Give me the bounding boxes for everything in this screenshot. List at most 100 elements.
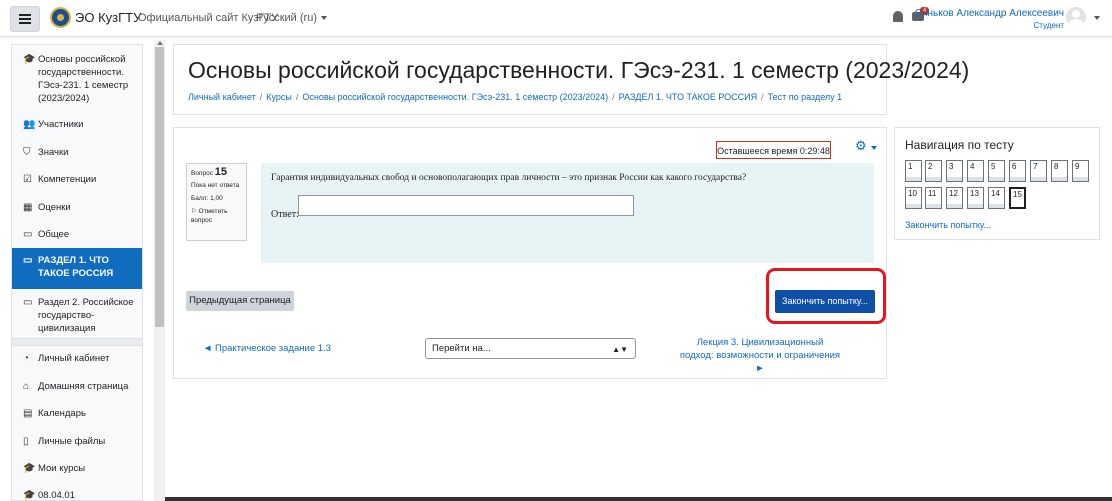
chevron-down-icon[interactable] xyxy=(871,146,877,150)
scroll-up-arrow-icon[interactable] xyxy=(157,41,163,45)
sidebar-item-label: Оценки xyxy=(38,202,71,213)
select-arrows-icon: ▲▼ xyxy=(612,345,628,354)
menu-toggle-button[interactable] xyxy=(10,6,40,32)
sidebar-item-course-08-04-01[interactable]: 🎓 08.04.01 xyxy=(12,489,142,501)
graduation-cap-icon: 🎓 xyxy=(23,463,36,474)
sidebar-item-label: Основы российской государственности. ГЭс… xyxy=(38,54,129,104)
sidebar-item-dashboard[interactable]: ◔ Личный кабинет xyxy=(12,352,142,370)
site-logo-icon[interactable] xyxy=(50,7,71,28)
graduation-cap-icon: 🎓 xyxy=(23,54,36,65)
sidebar-item-label: Значки xyxy=(38,147,69,158)
breadcrumb-item[interactable]: Тест по разделу 1 xyxy=(768,92,843,102)
sidebar-item-my-courses[interactable]: 🎓 Мои курсы xyxy=(12,462,142,480)
question-text: Гарантия индивидуальных свобод и основоп… xyxy=(271,173,747,183)
sidebar-item-label: РАЗДЕЛ 1. ЧТО ТАКОЕ РОССИЯ xyxy=(38,255,114,279)
finish-attempt-button[interactable]: Закончить попытку... xyxy=(775,290,875,313)
sidebar-item-general[interactable]: ▭ Общее xyxy=(12,228,142,246)
quiz-nav-question-7[interactable]: 7 xyxy=(1030,160,1047,182)
question-number: 15 xyxy=(214,166,228,178)
user-role: Студент xyxy=(1033,21,1064,30)
folder-icon: ▭ xyxy=(23,297,33,308)
answer-label: Ответ: xyxy=(271,209,299,220)
sidebar-item-label: Раздел 2. Российское государство-цивилиз… xyxy=(38,297,134,334)
home-icon: ⌂ xyxy=(23,381,30,392)
breadcrumb: Личный кабинет / Курсы / Основы российской г… xyxy=(188,92,843,102)
quiz-nav-question-8[interactable]: 8 xyxy=(1051,160,1068,182)
quiz-nav-question-10[interactable]: 10 xyxy=(905,187,922,209)
finish-attempt-link[interactable]: Закончить попытку... xyxy=(905,220,991,230)
user-menu-chevron-icon[interactable] xyxy=(1094,16,1100,20)
quiz-nav-question-12[interactable]: 12 xyxy=(946,187,963,209)
quiz-nav-question-9[interactable]: 9 xyxy=(1072,160,1089,182)
sidebar-item-home[interactable]: ⌂ Домашняя страница xyxy=(12,380,142,398)
sidebar-scrollbar[interactable] xyxy=(154,40,165,501)
sidebar-item-competencies[interactable]: ☑ Компетенции xyxy=(12,173,142,191)
sidebar-item-section-2[interactable]: ▭ Раздел 2. Российское государство-цивил… xyxy=(12,296,142,336)
folder-icon: ▭ xyxy=(23,229,33,240)
file-icon: ▯ xyxy=(23,436,29,447)
question-content: Гарантия индивидуальных свобод и основоп… xyxy=(261,163,874,263)
gear-icon[interactable]: ⚙ xyxy=(855,138,867,154)
sidebar-item-grades[interactable]: ▦ Оценки xyxy=(12,201,142,219)
quiz-nav-question-6[interactable]: 6 xyxy=(1009,160,1026,182)
sidebar-item-label: Личный кабинет xyxy=(38,353,110,364)
site-brand[interactable]: ЭО КузГТУ xyxy=(75,10,141,25)
sidebar-item-section-1[interactable]: ▭ РАЗДЕЛ 1. ЧТО ТАКОЕ РОССИЯ xyxy=(12,248,142,289)
quiz-navigation-heading: Навигация по тесту xyxy=(905,138,1014,152)
sidebar-item-label: Компетенции xyxy=(38,174,97,185)
quiz-navigation-block: Навигация по тесту 1 2 3 4 5 6 7 8 9 10 … xyxy=(894,127,1100,240)
calendar-icon: ▤ xyxy=(23,408,33,419)
quiz-nav-question-15-current[interactable]: 15 xyxy=(1009,187,1026,209)
next-activity-link[interactable]: Лекция 3. Цивилизационный подход: возмож… xyxy=(679,336,841,375)
sidebar-item-label: Личные файлы xyxy=(38,436,106,447)
scrollbar-thumb[interactable] xyxy=(155,47,164,327)
quiz-nav-question-4[interactable]: 4 xyxy=(967,160,984,182)
users-icon: 👥 xyxy=(23,119,36,130)
flag-question-label: Отметить вопрос xyxy=(191,208,228,224)
quiz-nav-question-11[interactable]: 11 xyxy=(925,187,942,209)
answer-input[interactable] xyxy=(298,195,634,216)
chevron-down-icon xyxy=(320,16,327,21)
top-navbar: ЭО КузГТУ Официальный сайт КузГТУ Русски… xyxy=(0,0,1112,37)
shield-icon: ⛉ xyxy=(23,147,31,158)
previous-activity-link[interactable]: ◄ Практическое задание 1.3 xyxy=(203,343,331,354)
sidebar-item-label: Календарь xyxy=(38,408,86,419)
breadcrumb-item[interactable]: Курсы xyxy=(266,92,292,102)
sidebar-item-label: 08.04.01 xyxy=(38,490,75,501)
graduation-cap-icon: 🎓 xyxy=(23,490,36,501)
jump-to-label: Перейти на... xyxy=(432,343,491,354)
question-status: Пока нет ответа xyxy=(191,182,240,189)
breadcrumb-item[interactable]: Основы российской государственности. ГЭс… xyxy=(302,92,608,102)
jump-to-select[interactable]: Перейти на... ▲▼ xyxy=(425,338,636,359)
question-info-panel: Вопрос 15 Пока нет ответа Балл: 1,00 ⚐ О… xyxy=(186,163,247,241)
quiz-nav-question-5[interactable]: 5 xyxy=(988,160,1005,182)
quiz-nav-question-1[interactable]: 1 xyxy=(905,160,922,182)
page-header: Основы российской государственности. ГЭс… xyxy=(173,44,969,115)
previous-page-button[interactable]: Предыдущая страница xyxy=(186,291,294,311)
sidebar-item-course[interactable]: 🎓 Основы российской государственности. Г… xyxy=(12,53,142,107)
quiz-nav-question-14[interactable]: 14 xyxy=(988,187,1005,209)
quiz-nav-question-13[interactable]: 13 xyxy=(967,187,984,209)
sidebar-item-participants[interactable]: 👥 Участники xyxy=(12,118,142,136)
language-menu[interactable]: Русский (ru) xyxy=(256,12,327,24)
sidebar-item-badges[interactable]: ⛉ Значки xyxy=(12,146,142,164)
sidebar-item-calendar[interactable]: ▤ Календарь xyxy=(12,407,142,425)
flag-question-toggle[interactable]: ⚐ Отметить вопрос xyxy=(191,207,242,225)
user-avatar[interactable] xyxy=(1066,7,1086,27)
flag-icon: ⚐ xyxy=(191,208,197,215)
quiz-nav-question-3[interactable]: 3 xyxy=(946,160,963,182)
sidebar-item-private-files[interactable]: ▯ Личные файлы xyxy=(12,435,142,453)
page-title: Основы российской государственности. ГЭс… xyxy=(188,57,970,83)
sidebar-item-label: Участники xyxy=(38,119,84,130)
user-name[interactable]: Синьков Александр Алексеевич xyxy=(915,8,1064,19)
quiz-timer: Оставшееся время 0:29:48 xyxy=(716,141,831,159)
bottom-edge-bar xyxy=(165,497,1112,501)
quiz-nav-question-2[interactable]: 2 xyxy=(925,160,942,182)
dashboard-icon: ◔ xyxy=(23,353,30,364)
breadcrumb-item[interactable]: Личный кабинет xyxy=(188,92,256,102)
quiz-attempt-card: Оставшееся время 0:29:48 ⚙ Вопрос 15 Пок… xyxy=(173,127,887,379)
sidebar-item-label: Мои курсы xyxy=(38,463,86,474)
notifications-bell-icon[interactable] xyxy=(893,11,903,22)
sidebar-item-label: Общее xyxy=(38,229,70,240)
breadcrumb-item[interactable]: РАЗДЕЛ 1. ЧТО ТАКОЕ РОССИЯ xyxy=(619,92,757,102)
